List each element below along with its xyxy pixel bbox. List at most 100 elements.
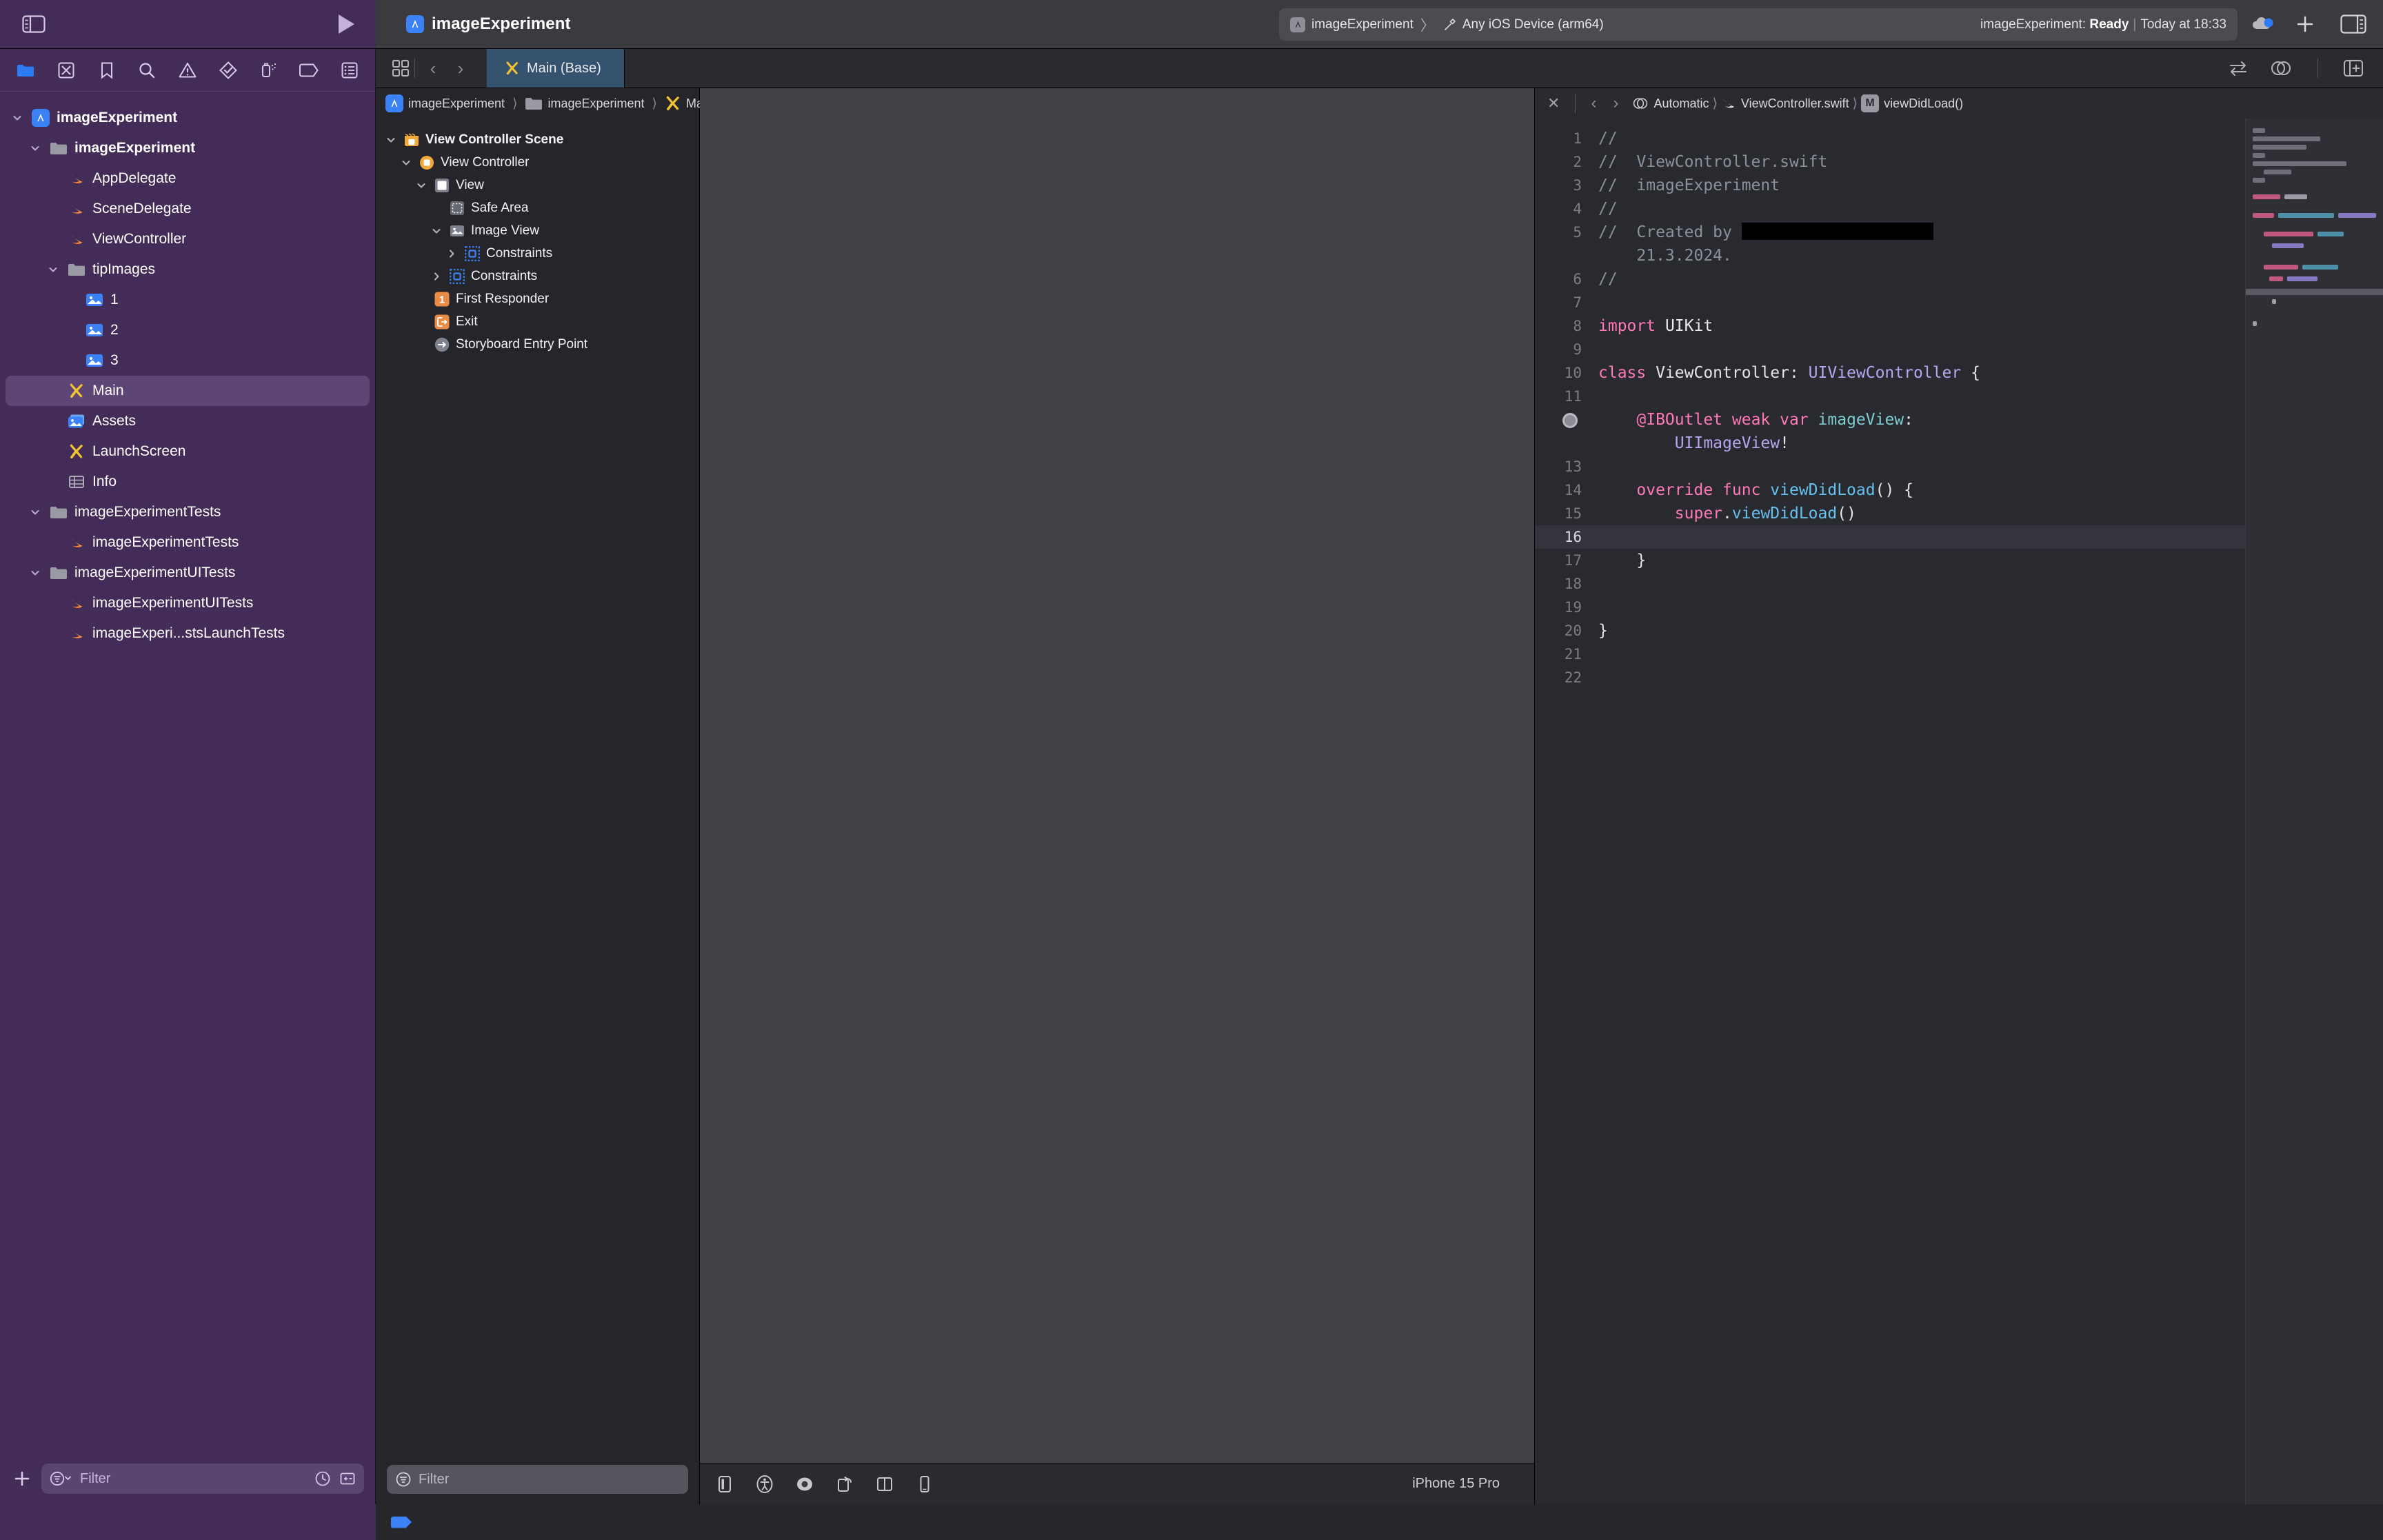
line-number-12[interactable] <box>1535 408 1591 455</box>
orientation-icon[interactable] <box>835 1475 854 1494</box>
line-number-5[interactable]: 5 <box>1535 221 1591 267</box>
code-line-17[interactable]: } <box>1591 549 2245 572</box>
debug-navigator-icon[interactable] <box>257 59 281 82</box>
code-line-18[interactable] <box>1591 572 2245 596</box>
cloud-status-icon[interactable] <box>2251 15 2275 33</box>
appearance-icon[interactable] <box>795 1475 814 1494</box>
code-line-10[interactable]: class ViewController: UIViewController { <box>1591 361 2245 385</box>
recent-files-icon[interactable] <box>314 1470 331 1487</box>
close-editor-icon[interactable]: ✕ <box>1547 94 1568 112</box>
run-button[interactable] <box>336 13 356 35</box>
line-number-11[interactable]: 11 <box>1535 385 1591 408</box>
line-number-14[interactable]: 14 <box>1535 478 1591 502</box>
search-icon[interactable] <box>135 59 159 82</box>
nav-item-appdelegate[interactable]: AppDelegate <box>0 163 375 194</box>
outline-item-exit[interactable]: Exit <box>376 310 699 333</box>
variants-icon[interactable] <box>875 1475 894 1494</box>
outline-item-image-view[interactable]: Image View <box>376 219 699 242</box>
breakpoint-navigator-icon[interactable] <box>297 59 321 82</box>
outline-item-constraints[interactable]: Constraints <box>376 265 699 287</box>
line-number-gutter[interactable]: 1 2 3 4 5 6 7 8 9 10 11 13 14 15 16 17 18 19 20 21 22 <box>1535 119 1591 1504</box>
line-number-19[interactable]: 19 <box>1535 596 1591 619</box>
line-number-8[interactable]: 8 <box>1535 314 1591 338</box>
test-navigator-icon[interactable] <box>217 59 240 82</box>
nav-item-imageexperimentuitests[interactable]: imageExperimentUITests <box>0 558 375 588</box>
nav-item-tipimages[interactable]: tipImages <box>0 254 375 285</box>
twisty-open-icon[interactable] <box>28 143 43 154</box>
line-number-22[interactable]: 22 <box>1535 666 1591 689</box>
twisty-closed-icon[interactable] <box>430 271 443 282</box>
jumpbar-crumb-imageexperiment[interactable]: imageExperiment <box>525 96 645 111</box>
show-hide-icon[interactable] <box>715 1475 734 1494</box>
source-code-area[interactable]: //// ViewController.swift// imageExperim… <box>1591 119 2245 1504</box>
storyboard-outline-tree[interactable]: View Controller Scene View Controller View… <box>376 119 699 1455</box>
outline-item-first-responder[interactable]: 1 First Responder <box>376 287 699 310</box>
source-control-filter-icon[interactable] <box>339 1470 356 1487</box>
code-body[interactable]: 1 2 3 4 5 6 7 8 9 10 11 13 14 15 16 17 18 19 20 21 22 //// V… <box>1535 119 2383 1504</box>
line-number-15[interactable]: 15 <box>1535 502 1591 525</box>
nav-item-main[interactable]: Main <box>6 376 370 406</box>
canvas-device-name[interactable]: iPhone 15 Pro <box>1412 1476 1519 1492</box>
outline-item-view-controller-scene[interactable]: View Controller Scene <box>376 128 699 151</box>
line-number-21[interactable]: 21 <box>1535 642 1591 666</box>
accessibility-icon[interactable] <box>755 1475 774 1494</box>
nav-item-launchscreen[interactable]: LaunchScreen <box>0 436 375 467</box>
project-navigator-tree[interactable]: imageExperiment imageExperiment AppDelegat… <box>0 92 375 1453</box>
code-line-1[interactable]: // <box>1591 127 2245 150</box>
line-number-4[interactable]: 4 <box>1535 197 1591 221</box>
twisty-closed-icon[interactable] <box>445 248 459 259</box>
nav-item-3[interactable]: 3 <box>0 345 375 376</box>
code-line-7[interactable] <box>1591 291 2245 314</box>
nav-item-imageexperimenttests[interactable]: imageExperimentTests <box>0 527 375 558</box>
assistant-editor-icon[interactable] <box>2269 59 2293 77</box>
code-line-3[interactable]: // imageExperiment <box>1591 174 2245 197</box>
code-crumb-automatic[interactable]: Automatic <box>1632 97 1709 111</box>
code-line-16[interactable] <box>1591 525 2245 549</box>
outline-item-view[interactable]: View <box>376 174 699 196</box>
twisty-open-icon[interactable] <box>384 134 398 145</box>
twisty-open-icon[interactable] <box>414 180 428 191</box>
nav-item-scenedelegate[interactable]: SceneDelegate <box>0 194 375 224</box>
code-line-2[interactable]: // ViewController.swift <box>1591 150 2245 174</box>
outline-filter-field[interactable]: Filter <box>387 1465 688 1494</box>
status-badge[interactable] <box>391 1516 412 1528</box>
code-crumb-file[interactable]: ViewController.swift <box>1721 97 1849 111</box>
line-number-9[interactable]: 9 <box>1535 338 1591 361</box>
line-number-6[interactable]: 6 <box>1535 267 1591 291</box>
line-number-7[interactable]: 7 <box>1535 291 1591 314</box>
line-number-1[interactable]: 1 <box>1535 127 1591 150</box>
twisty-open-icon[interactable] <box>430 225 443 236</box>
nav-item-2[interactable]: 2 <box>0 315 375 345</box>
status-bar[interactable]: imageExperiment 〉 Any iOS Device (arm64)… <box>1279 8 2238 41</box>
twisty-open-icon[interactable] <box>399 157 413 168</box>
twisty-open-icon[interactable] <box>10 112 25 123</box>
line-number-20[interactable]: 20 <box>1535 619 1591 642</box>
assistant-swap-icon[interactable] <box>2228 59 2249 77</box>
code-line-12[interactable]: @IBOutlet weak var imageView: UIImageVie… <box>1591 408 2245 455</box>
nav-forward-button[interactable]: › <box>447 58 474 79</box>
bookmark-icon[interactable] <box>95 59 119 82</box>
add-editor-button[interactable] <box>2295 14 2315 34</box>
nav-item-imageexperiment[interactable]: imageExperiment <box>0 133 375 163</box>
outline-item-safe-area[interactable]: Safe Area <box>376 196 699 219</box>
device-icon[interactable] <box>915 1475 934 1494</box>
tab-overview-icon[interactable] <box>391 59 410 78</box>
code-line-8[interactable]: import UIKit <box>1591 314 2245 338</box>
scheme-selector[interactable]: imageExperiment <box>1290 17 1414 32</box>
report-navigator-icon[interactable] <box>338 59 361 82</box>
code-line-22[interactable] <box>1591 666 2245 689</box>
nav-item-imageexperimenttests[interactable]: imageExperimentTests <box>0 497 375 527</box>
code-crumb-symbol[interactable]: M viewDidLoad() <box>1861 94 1963 112</box>
jumpbar-crumb-imageexperiment[interactable]: imageExperiment <box>385 94 505 112</box>
code-line-14[interactable]: override func viewDidLoad() { <box>1591 478 2245 502</box>
code-line-6[interactable]: // <box>1591 267 2245 291</box>
toggle-inspector-button[interactable] <box>2340 14 2366 34</box>
breakpoint-icon[interactable] <box>1562 413 1578 428</box>
code-line-21[interactable] <box>1591 642 2245 666</box>
twisty-open-icon[interactable] <box>28 507 43 518</box>
code-line-13[interactable] <box>1591 455 2245 478</box>
project-navigator-icon[interactable] <box>14 59 37 82</box>
code-minimap[interactable] <box>2245 119 2383 1504</box>
nav-item-viewcontroller[interactable]: ViewController <box>0 224 375 254</box>
nav-item-info[interactable]: Info <box>0 467 375 497</box>
